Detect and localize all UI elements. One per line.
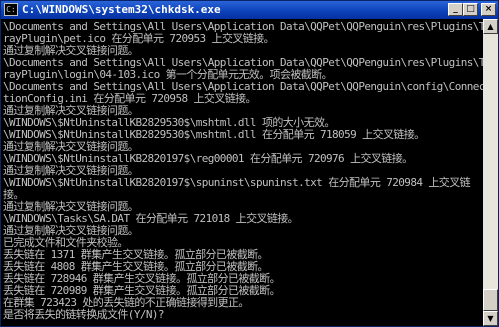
console-window: C: C:\WINDOWS\system32\chkdsk.exe _ □ × … bbox=[0, 0, 499, 327]
scroll-thumb[interactable] bbox=[483, 289, 498, 311]
console-line: \WINDOWS\$NtUninstallKB2820197$\spuninst… bbox=[3, 176, 471, 189]
vertical-scrollbar[interactable]: ▲ ▼ bbox=[483, 19, 498, 326]
minimize-button[interactable]: _ bbox=[448, 3, 463, 16]
title-bar[interactable]: C: C:\WINDOWS\system32\chkdsk.exe _ □ × bbox=[1, 1, 498, 19]
console-output[interactable]: \Documents and Settings\All Users\Applic… bbox=[1, 19, 483, 326]
window-title: C:\WINDOWS\system32\chkdsk.exe bbox=[22, 3, 221, 16]
console-prompt-line: 是否将丢失的链转换成文件(Y/N)? bbox=[3, 308, 165, 321]
maximize-button[interactable]: □ bbox=[463, 3, 478, 16]
close-button[interactable]: × bbox=[481, 3, 496, 16]
console-icon[interactable]: C: bbox=[4, 3, 18, 16]
scroll-down-button[interactable]: ▼ bbox=[483, 311, 498, 326]
scroll-up-button[interactable]: ▲ bbox=[483, 19, 498, 34]
